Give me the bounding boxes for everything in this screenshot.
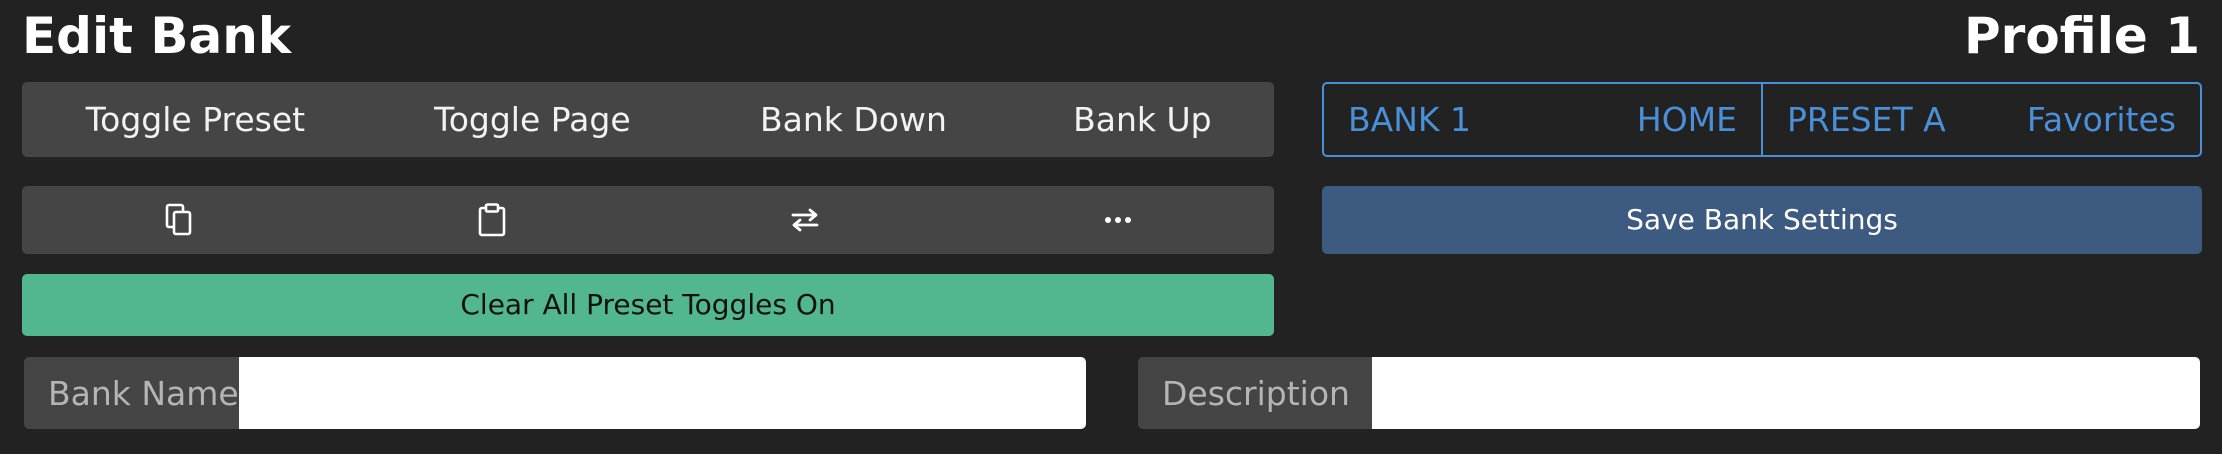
favorites-indicator: Favorites — [2026, 100, 2176, 139]
toggle-preset-button[interactable]: Toggle Preset — [22, 82, 369, 157]
navigation-button-group: Toggle Preset Toggle Page Bank Down Bank… — [22, 82, 1274, 157]
bank-indicator: BANK 1 — [1348, 100, 1472, 139]
copy-button[interactable] — [22, 186, 335, 254]
preset-indicator: PRESET A — [1787, 100, 1946, 139]
bank-status-section: BANK 1 HOME — [1324, 84, 1761, 155]
bank-down-button[interactable]: Bank Down — [696, 82, 1011, 157]
more-icon — [1104, 217, 1131, 223]
bank-name-field: Bank Name — [24, 357, 1086, 429]
bank-name-input[interactable] — [239, 357, 1086, 429]
swap-icon — [791, 208, 818, 232]
preset-status-section: PRESET A Favorites — [1761, 84, 2200, 155]
save-bank-settings-button[interactable]: Save Bank Settings — [1322, 186, 2202, 254]
paste-button[interactable] — [335, 186, 648, 254]
page-title: Edit Bank — [22, 7, 292, 65]
paste-icon — [478, 203, 505, 237]
clear-all-preset-toggles-button[interactable]: Clear All Preset Toggles On — [22, 274, 1274, 336]
bank-name-label: Bank Name — [24, 357, 239, 429]
bank-up-button[interactable]: Bank Up — [1011, 82, 1274, 157]
home-indicator: HOME — [1636, 100, 1737, 139]
status-panel: BANK 1 HOME PRESET A Favorites — [1322, 82, 2202, 157]
description-input[interactable] — [1372, 357, 2200, 429]
profile-title: Profile 1 — [1964, 7, 2200, 65]
description-field: Description — [1138, 357, 2200, 429]
description-label: Description — [1138, 357, 1372, 429]
more-options-button[interactable] — [961, 186, 1274, 254]
copy-icon — [165, 203, 191, 236]
bank-tools-button-group — [22, 186, 1274, 254]
swap-button[interactable] — [648, 186, 961, 254]
toggle-page-button[interactable]: Toggle Page — [369, 82, 696, 157]
